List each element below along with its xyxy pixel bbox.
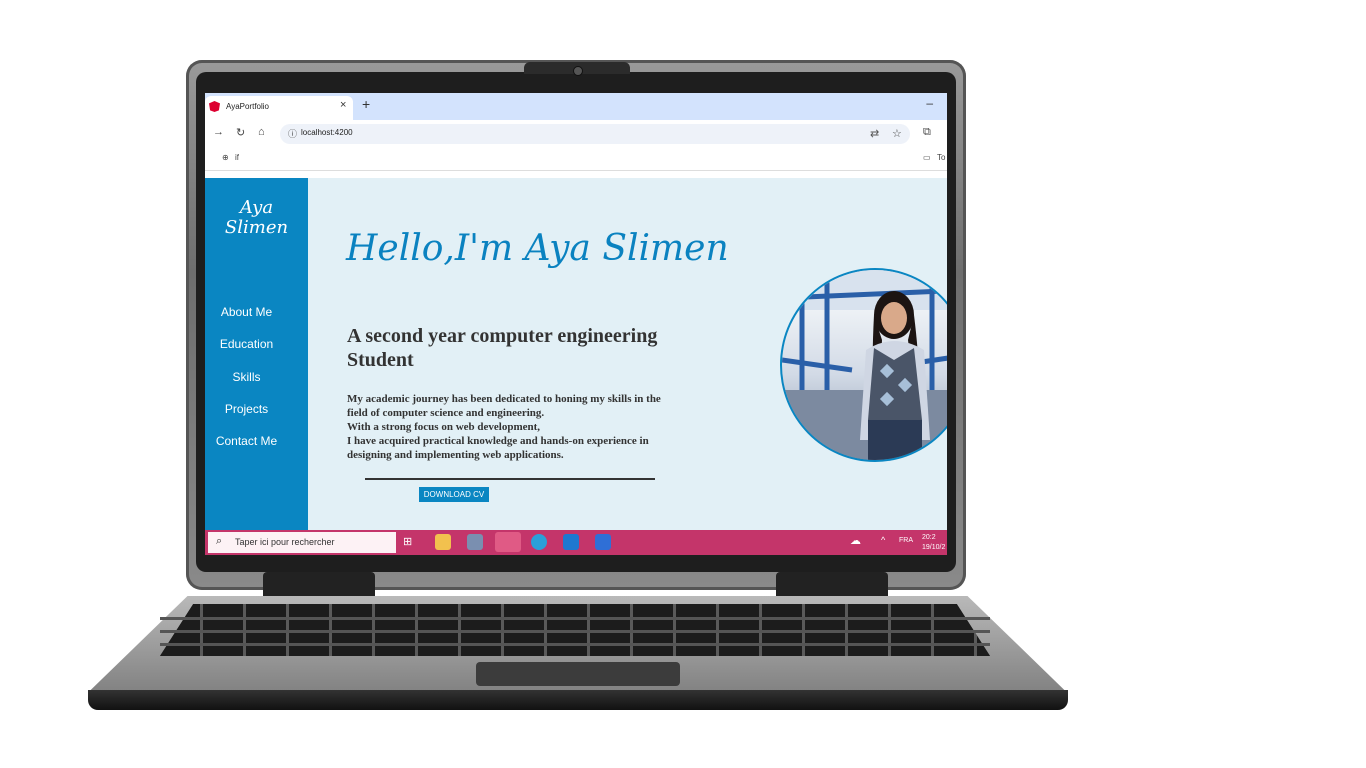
nav-skills[interactable]: Skills: [205, 370, 288, 384]
profile-photo-illustration: [782, 270, 947, 460]
tab-close-icon[interactable]: ×: [340, 99, 346, 111]
app-icon[interactable]: [595, 534, 611, 550]
keyboard-row-divider: [160, 643, 990, 646]
tab-title: AyaPortfolio: [226, 102, 269, 111]
bookmark-item[interactable]: if: [235, 153, 239, 162]
laptop-frame: AyaPortfolio × + – → ↻ ⌂ ⓘ localhost:420…: [0, 0, 1366, 768]
vscode-icon[interactable]: [563, 534, 579, 550]
bookmarks-bar: ⊕ if ▭ To: [205, 148, 947, 171]
address-bar[interactable]: ⓘ localhost:4200 ⇄ ☆: [280, 124, 910, 144]
search-icon: ⌕: [216, 535, 223, 547]
forward-icon[interactable]: →: [213, 126, 224, 138]
bookmark-folder[interactable]: To: [937, 153, 945, 162]
site-info-icon[interactable]: ⓘ: [288, 127, 297, 140]
edge-icon[interactable]: [531, 534, 547, 550]
chevron-up-icon[interactable]: ^: [881, 535, 885, 545]
nav-about-me[interactable]: About Me: [205, 305, 288, 319]
bio-line: designing and implementing web applicati…: [347, 449, 564, 461]
extensions-icon[interactable]: ⧉: [923, 126, 931, 139]
left-hinge: [263, 572, 375, 600]
tab-ayaportfolio[interactable]: AyaPortfolio ×: [205, 96, 353, 120]
trackpad: [476, 662, 680, 686]
reload-icon[interactable]: ↻: [236, 126, 245, 139]
weather-icon[interactable]: ☁: [850, 534, 861, 547]
new-tab-button[interactable]: +: [362, 96, 370, 112]
taskbar-search[interactable]: ⌕ Taper ici pour rechercher: [208, 532, 396, 553]
bio-line: I have acquired practical knowledge and …: [347, 435, 649, 447]
home-icon[interactable]: ⌂: [258, 126, 265, 138]
url-text: localhost:4200: [301, 128, 353, 137]
nav-projects[interactable]: Projects: [205, 402, 288, 416]
download-cv-button[interactable]: DOWNLOAD CV: [419, 487, 489, 502]
bookmark-folder-icon[interactable]: ▭: [923, 153, 931, 162]
chrome-icon[interactable]: [495, 532, 521, 552]
subtitle: A second year computer engineering Stude…: [347, 325, 658, 371]
bio-text: My academic journey has been dedicated t…: [347, 392, 717, 462]
bookmark-star-icon[interactable]: ☆: [892, 127, 902, 140]
clock[interactable]: 20:2 19/10/2: [922, 533, 945, 553]
minimize-button[interactable]: –: [926, 96, 933, 110]
translate-icon[interactable]: ⇄: [870, 127, 879, 140]
nav-contact-me[interactable]: Contact Me: [205, 434, 288, 448]
screen: AyaPortfolio × + – → ↻ ⌂ ⓘ localhost:420…: [205, 93, 947, 555]
keyboard-row-divider: [160, 617, 990, 620]
profile-photo: [780, 268, 947, 462]
browser-tab-bar: AyaPortfolio × + –: [205, 93, 947, 120]
file-explorer-icon[interactable]: [435, 534, 451, 550]
bookmark-globe-icon[interactable]: ⊕: [222, 153, 229, 162]
webcam-icon: [573, 66, 583, 76]
clock-date: 19/10/2: [922, 544, 946, 551]
clock-time: 20:2: [922, 534, 936, 541]
right-hinge: [776, 572, 888, 600]
bio-line: field of computer science and engineerin…: [347, 407, 545, 419]
bio-line: My academic journey has been dedicated t…: [347, 393, 661, 405]
bio-line: With a strong focus on web development,: [347, 421, 541, 433]
divider: [365, 478, 655, 480]
search-placeholder: Taper ici pour rechercher: [235, 537, 335, 547]
brand-last-name: Slimen: [224, 217, 289, 238]
windows-taskbar: ⌕ Taper ici pour rechercher ⊞ ☁ ^ FRA 20…: [205, 530, 947, 555]
brand-first-name: Aya: [239, 197, 274, 218]
app-icon[interactable]: [467, 534, 483, 550]
portfolio-page: Aya Slimen About Me Education Skills Pro…: [205, 178, 947, 530]
task-view-icon[interactable]: ⊞: [403, 535, 419, 551]
sidebar: Aya Slimen About Me Education Skills Pro…: [205, 178, 308, 530]
language-indicator[interactable]: FRA: [899, 537, 913, 544]
browser-toolbar: → ↻ ⌂ ⓘ localhost:4200 ⇄ ☆ ⧉: [205, 120, 947, 148]
nav-education[interactable]: Education: [205, 337, 288, 351]
keyboard-row-divider: [160, 630, 990, 633]
hero-title: Hello,I'm Aya Slimen: [346, 228, 729, 269]
laptop-base-edge: [88, 690, 1068, 710]
brand-logo[interactable]: Aya Slimen: [205, 198, 308, 238]
angular-favicon-icon: [209, 101, 220, 112]
